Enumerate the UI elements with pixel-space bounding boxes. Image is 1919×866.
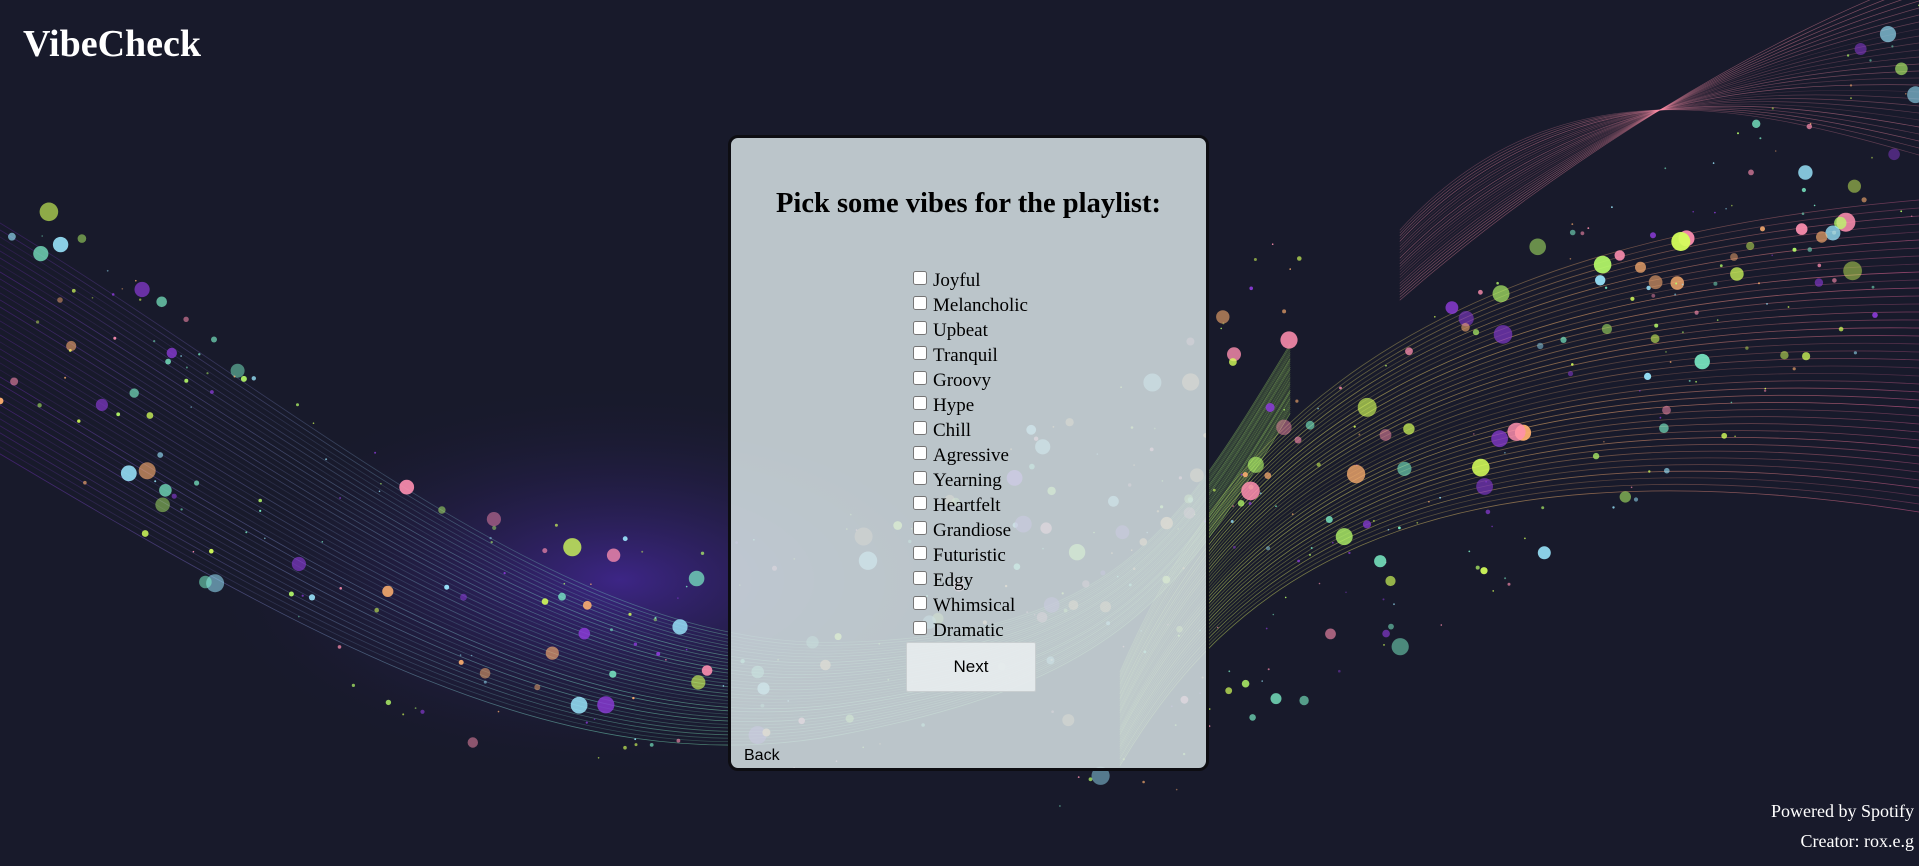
vibe-label[interactable]: Agressive [933,445,1009,467]
vibe-label[interactable]: Whimsical [933,595,1015,617]
vibe-option: Tranquil [911,343,1028,368]
vibe-option: Chill [911,418,1028,443]
app-brand-title: VibeCheck [23,23,202,65]
vibe-option: Edgy [911,568,1028,593]
vibe-checkbox[interactable] [913,395,927,410]
vibe-option: Dramatic [911,618,1028,643]
vibe-checkbox[interactable] [913,420,927,435]
creator-credit: Creator: rox.e.g [1800,831,1914,851]
vibe-option: Groovy [911,368,1028,393]
vibe-option: Hype [911,393,1028,418]
vibe-label[interactable]: Hype [933,395,974,417]
footer: Powered by Spotify Creator: rox.e.g [1771,796,1914,856]
vibe-picker-card: Pick some vibes for the playlist: Joyful… [728,135,1209,771]
vibe-option: Whimsical [911,593,1028,618]
powered-by-text: Powered by Spotify [1771,801,1914,821]
vibe-label[interactable]: Chill [933,420,971,442]
vibe-option: Joyful [911,268,1028,293]
vibe-checkbox[interactable] [913,445,927,460]
vibe-label[interactable]: Heartfelt [933,495,1001,517]
vibe-label[interactable]: Melancholic [933,295,1028,317]
vibe-option: Grandiose [911,518,1028,543]
vibe-option: Upbeat [911,318,1028,343]
vibe-label[interactable]: Groovy [933,370,991,392]
vibe-label[interactable]: Upbeat [933,320,988,342]
vibe-checkbox-list: Joyful Melancholic Upbeat Tranquil Groovy Hyp… [911,268,1028,643]
vibe-checkbox[interactable] [913,370,927,385]
vibe-checkbox[interactable] [913,520,927,535]
next-button[interactable]: Next [906,642,1036,692]
vibe-checkbox[interactable] [913,495,927,510]
vibe-checkbox[interactable] [913,545,927,560]
vibe-checkbox[interactable] [913,570,927,585]
vibe-label[interactable]: Joyful [933,270,981,292]
vibe-label[interactable]: Futuristic [933,545,1006,567]
vibe-option: Agressive [911,443,1028,468]
vibe-option: Yearning [911,468,1028,493]
vibe-checkbox[interactable] [913,595,927,610]
vibe-checkbox[interactable] [913,345,927,360]
page-title: Pick some vibes for the playlist: [776,188,1161,219]
vibe-option: Heartfelt [911,493,1028,518]
vibe-option: Futuristic [911,543,1028,568]
vibe-checkbox[interactable] [913,320,927,335]
vibe-label[interactable]: Tranquil [933,345,998,367]
vibe-label[interactable]: Yearning [933,470,1002,492]
vibe-checkbox[interactable] [913,470,927,485]
vibe-label[interactable]: Edgy [933,570,973,592]
back-link[interactable]: Back [744,747,780,765]
vibe-checkbox[interactable] [913,295,927,310]
vibe-checkbox[interactable] [913,620,927,635]
vibe-checkbox[interactable] [913,270,927,285]
vibe-label[interactable]: Grandiose [933,520,1011,542]
vibe-option: Melancholic [911,293,1028,318]
vibe-label[interactable]: Dramatic [933,620,1004,642]
